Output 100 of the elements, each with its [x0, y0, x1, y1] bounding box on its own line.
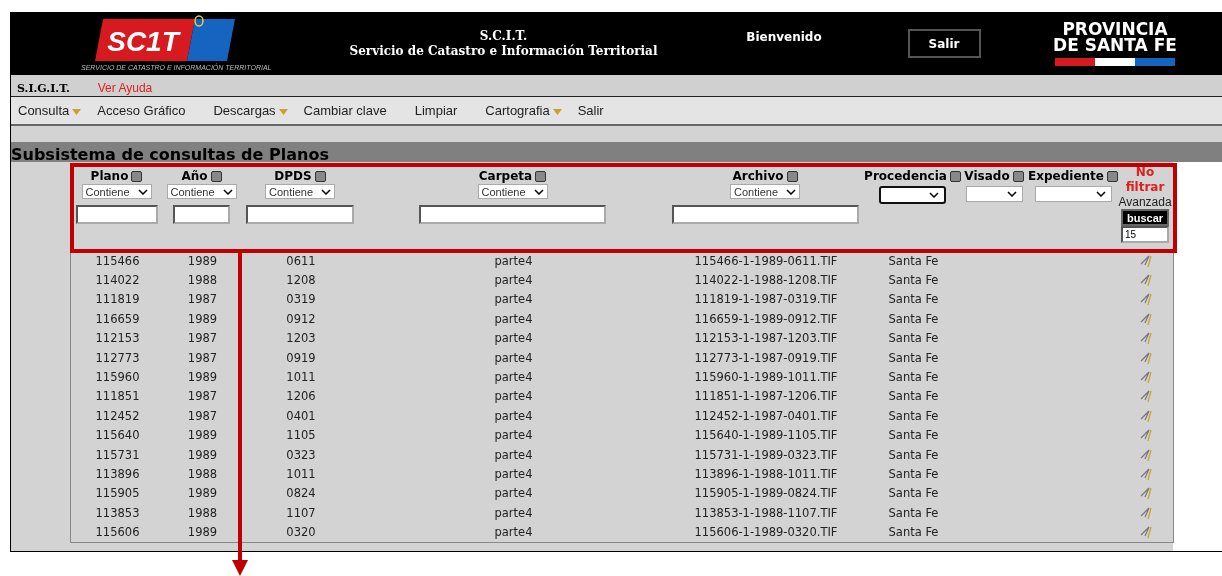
table-cell-text: Santa Fe [887, 370, 940, 385]
pencil-icon[interactable] [1140, 525, 1152, 540]
table-cell-text: 115466-1-1989-0611.TIF [693, 253, 839, 268]
table-cell-text: 1988 [186, 467, 219, 481]
table-cell-text: 113853 [94, 505, 141, 520]
menu-item[interactable]: Cartografia [485, 103, 562, 118]
table-cell-text: 115606 [94, 525, 141, 540]
filter-input[interactable] [246, 205, 354, 224]
pencil-icon[interactable] [1140, 331, 1152, 346]
pencil-icon[interactable] [1140, 389, 1152, 404]
pencil-icon[interactable] [1140, 350, 1152, 365]
pencil-icon[interactable] [1140, 486, 1152, 501]
table-cell-text: 0611 [285, 253, 317, 268]
table-cell-text: parte4 [493, 428, 534, 443]
table-cell-text: 111819 [94, 292, 141, 307]
table-cell-text: 115960 [94, 370, 141, 385]
table-cell-text: 1206 [285, 389, 317, 404]
table-cell-text: parte4 [493, 389, 534, 404]
pencil-icon[interactable] [1140, 253, 1152, 268]
table-cell-text: parte4 [493, 350, 534, 365]
filter-dropdown[interactable] [879, 186, 946, 204]
table-cell-text: 114022 [94, 273, 141, 288]
table-cell-text: 1203 [285, 331, 317, 346]
table-cell-text: 115905-1-1989-0824.TIF [693, 486, 839, 501]
table-cell-text: 115960-1-1989-1011.TIF [693, 370, 839, 385]
pencil-icon[interactable] [1140, 505, 1152, 520]
table-cell-text: parte4 [493, 525, 534, 540]
filter-checkbox[interactable] [210, 170, 222, 182]
table-cell-text: 113896 [94, 467, 141, 481]
menu-item[interactable]: Acceso Gráfico [97, 103, 186, 118]
filter-label: DPDS [274, 169, 312, 183]
table-cell-text: Santa Fe [887, 408, 940, 423]
table-cell-text: 0319 [285, 292, 317, 307]
table-cell-text: 115606-1-1989-0320.TIF [693, 525, 839, 540]
table-cell-text: 1011 [285, 370, 317, 385]
chevron-down-icon [1006, 191, 1017, 197]
province-logo-text: PROVINCIA DE SANTA FE [1053, 21, 1177, 53]
operator-dropdown[interactable]: Contiene [81, 184, 152, 199]
table-cell-text: 112452-1-1987-0401.TIF [693, 408, 839, 423]
table-cell-text: Santa Fe [887, 292, 940, 307]
menu-item[interactable]: Limpiar [414, 103, 458, 118]
operator-dropdown[interactable]: Contiene [730, 184, 800, 199]
table-cell-text: 115731 [94, 447, 141, 462]
filter-checkbox[interactable] [314, 170, 326, 182]
menu-item[interactable]: Cambiar clave [303, 103, 387, 118]
table-cell-text: 115466 [94, 253, 141, 268]
filter-input[interactable] [75, 205, 158, 224]
table-cell-text: 1105 [285, 428, 317, 443]
filter-checkbox[interactable] [1012, 170, 1024, 182]
table-cell-text: 0919 [285, 350, 317, 365]
table-cell-text: 1987 [186, 292, 219, 307]
table-cell-text: 1987 [186, 350, 219, 365]
flag-stripe-icon [1055, 58, 1175, 66]
pencil-icon[interactable] [1140, 467, 1152, 481]
filter-checkbox[interactable] [949, 170, 961, 182]
table-cell-text: 112452 [94, 408, 141, 423]
table-cell-text: 0824 [285, 486, 317, 501]
table-cell-text: 1987 [186, 331, 219, 346]
pencil-icon[interactable] [1140, 447, 1152, 462]
table-cell-text: 116659-1-1989-0912.TIF [693, 311, 839, 326]
page-size-field[interactable]: 15 [1121, 226, 1169, 243]
filter-checkbox[interactable] [786, 170, 798, 182]
welcome-text: Bienvenido [746, 29, 822, 44]
table-cell-text: parte4 [493, 311, 534, 326]
pencil-icon[interactable] [1140, 428, 1152, 443]
filter-checkbox[interactable] [1106, 170, 1118, 182]
site-subtitle: Servicio de Catastro e Información Territorial [349, 43, 658, 59]
table-cell-text: 112153 [94, 331, 141, 346]
table-cell-text: 1988 [186, 505, 219, 520]
menu-item[interactable]: Descargas [213, 103, 288, 118]
table-cell-text: 1989 [186, 311, 219, 326]
operator-dropdown[interactable]: Contiene [166, 184, 237, 199]
table-cell-text: 1989 [186, 370, 219, 385]
pencil-icon[interactable] [1140, 408, 1152, 423]
logout-button[interactable]: Salir [907, 29, 981, 58]
search-button[interactable]: buscar [1121, 209, 1169, 226]
pencil-icon[interactable] [1140, 292, 1152, 307]
menu-item[interactable]: Consulta [18, 103, 82, 118]
menu-item[interactable]: Salir [577, 103, 604, 118]
filter-checkbox[interactable] [535, 170, 547, 182]
pencil-icon[interactable] [1140, 311, 1152, 326]
filter-checkbox[interactable] [131, 170, 143, 182]
filter-input[interactable] [671, 205, 859, 224]
table-cell-text: Santa Fe [887, 525, 940, 540]
pencil-icon[interactable] [1140, 273, 1152, 288]
table-cell-text: 0912 [285, 311, 317, 326]
pencil-icon[interactable] [1140, 370, 1152, 385]
operator-dropdown[interactable]: Contiene [477, 184, 548, 199]
table-cell-text: Santa Fe [887, 447, 940, 462]
operator-dropdown[interactable]: Contiene [265, 184, 335, 199]
table-cell-text: parte4 [493, 505, 534, 520]
chevron-down-icon [786, 188, 796, 195]
filter-input[interactable] [173, 205, 230, 224]
table-cell-text: 115640-1-1989-1105.TIF [693, 428, 839, 443]
advanced-link[interactable]: Avanzada [1118, 195, 1172, 209]
filter-label: Visado [964, 169, 1010, 183]
filter-input[interactable] [419, 205, 606, 224]
table-cell-text: 116659 [94, 311, 141, 326]
table-cell-text: Santa Fe [887, 486, 940, 501]
table-cell-text: parte4 [493, 486, 534, 501]
